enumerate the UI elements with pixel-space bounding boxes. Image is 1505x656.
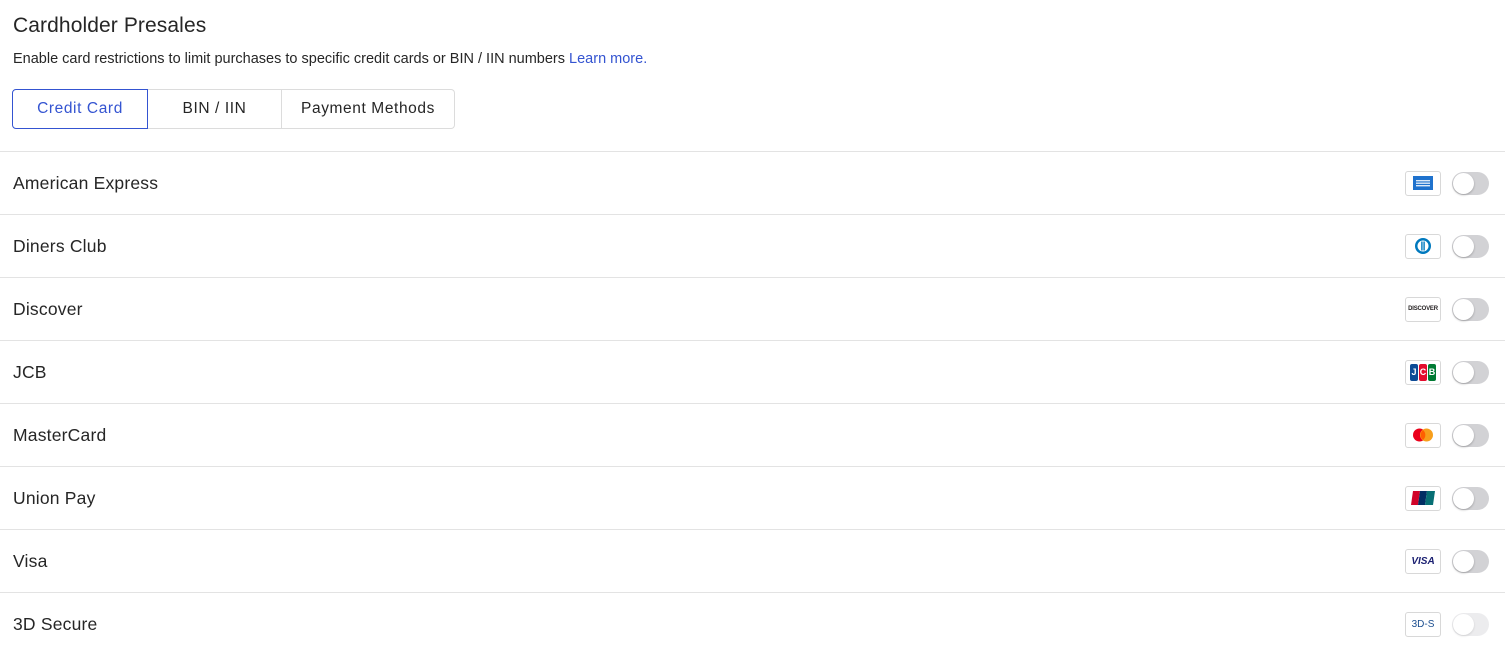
amex-icon <box>1405 170 1441 196</box>
3d-secure-icon: 3D-S <box>1405 612 1441 637</box>
jcb-toggle[interactable] <box>1452 360 1489 384</box>
header: Cardholder Presales Enable card restrict… <box>13 14 647 67</box>
discover-icon: DISCOVER <box>1405 296 1441 322</box>
card-label: Diners Club <box>13 235 107 256</box>
mastercard-icon <box>1405 422 1441 448</box>
list-item-3d-secure: 3D Secure 3D-S <box>0 593 1505 656</box>
american-express-toggle[interactable] <box>1452 171 1489 195</box>
card-label: Union Pay <box>13 487 96 508</box>
visa-toggle[interactable] <box>1452 549 1489 573</box>
card-label: American Express <box>13 172 159 193</box>
list-item-jcb: JCB J C B <box>0 341 1505 404</box>
tab-bar: Credit Card BIN / IIN Payment Methods <box>12 89 455 129</box>
union-pay-toggle[interactable] <box>1452 486 1489 510</box>
page-description: Enable card restrictions to limit purcha… <box>13 51 647 67</box>
tab-bin-iin[interactable]: BIN / IIN <box>148 89 282 129</box>
diners-club-icon <box>1405 233 1441 259</box>
page-title: Cardholder Presales <box>13 14 207 37</box>
card-label: Discover <box>13 298 83 319</box>
visa-icon: VISA <box>1405 548 1441 574</box>
discover-toggle[interactable] <box>1452 297 1489 321</box>
list-item-diners-club: Diners Club <box>0 215 1505 278</box>
list-item-discover: Discover DISCOVER <box>0 278 1505 341</box>
list-item-visa: Visa VISA <box>0 530 1505 593</box>
card-label: MasterCard <box>13 424 107 445</box>
tab-payment-methods[interactable]: Payment Methods <box>282 89 455 129</box>
jcb-icon: J C B <box>1405 359 1441 385</box>
tab-credit-card[interactable]: Credit Card <box>12 89 148 129</box>
card-label: JCB <box>13 361 47 382</box>
description-text: Enable card restrictions to limit purcha… <box>13 51 566 67</box>
unionpay-icon <box>1405 485 1441 511</box>
learn-more-link[interactable]: Learn more. <box>569 51 647 67</box>
list-item-union-pay: Union Pay <box>0 467 1505 530</box>
card-label: Visa <box>13 550 48 571</box>
list-item-mastercard: MasterCard <box>0 404 1505 467</box>
mastercard-toggle[interactable] <box>1452 423 1489 447</box>
list-item-american-express: American Express <box>0 152 1505 215</box>
card-list: American Express Diners Club Discover DI… <box>0 151 1505 656</box>
3d-secure-toggle[interactable] <box>1452 613 1489 636</box>
diners-club-toggle[interactable] <box>1452 234 1489 258</box>
card-label: 3D Secure <box>13 614 98 634</box>
